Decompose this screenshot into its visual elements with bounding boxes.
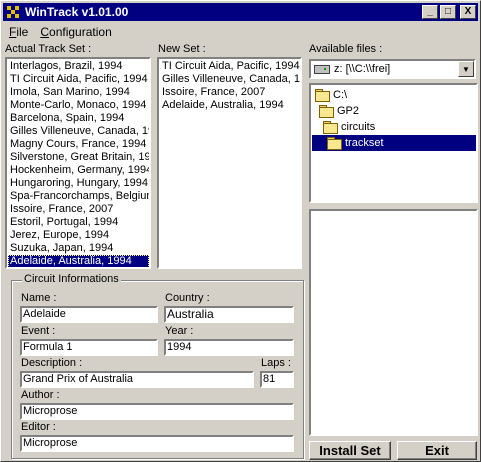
folder-open-icon xyxy=(314,89,330,102)
window-title: WinTrack v1.01.00 xyxy=(25,5,129,19)
menu-file[interactable]: File xyxy=(3,25,34,39)
list-item[interactable]: TI Circuit Aida, Pacific, 1994 xyxy=(8,73,149,86)
folder-item[interactable]: circuits xyxy=(312,119,476,135)
year-field[interactable]: 1994 xyxy=(164,339,294,356)
editor-label: Editor : xyxy=(21,421,56,433)
app-icon xyxy=(5,4,21,20)
drive-select[interactable]: z: [\\C:\\frei] ▼ xyxy=(309,59,476,79)
dropdown-arrow-icon[interactable]: ▼ xyxy=(458,61,474,77)
year-label: Year : xyxy=(165,325,194,337)
close-button[interactable]: X xyxy=(460,5,476,19)
description-label: Description : xyxy=(21,357,83,369)
actual-track-set-label: Actual Track Set : xyxy=(5,43,92,55)
editor-field[interactable]: Microprose xyxy=(20,435,294,452)
minimize-button[interactable]: _ xyxy=(422,5,438,19)
name-field[interactable]: Adelaide xyxy=(20,306,158,323)
author-label: Author : xyxy=(21,389,60,401)
list-item[interactable]: Adelaide, Australia, 1994 xyxy=(160,99,300,112)
maximize-button[interactable]: □ xyxy=(440,5,456,19)
folder-item-selected[interactable]: trackset xyxy=(312,135,476,151)
list-item[interactable]: Gilles Villeneuve, Canada, 1994 xyxy=(8,125,149,138)
list-item[interactable]: Suzuka, Japan, 1994 xyxy=(8,242,149,255)
name-label: Name : xyxy=(21,292,57,304)
folder-item[interactable]: GP2 xyxy=(312,103,476,119)
available-files-label: Available files : xyxy=(309,43,383,55)
folder-open-icon xyxy=(326,137,342,150)
main-window: WinTrack v1.01.00 _ □ X File Configurati… xyxy=(0,0,481,462)
list-item[interactable]: Issoire, France, 2007 xyxy=(160,86,300,99)
file-list[interactable] xyxy=(309,209,478,436)
new-set-list[interactable]: TI Circuit Aida, Pacific, 1994 Gilles Vil… xyxy=(157,57,302,269)
author-field[interactable]: Microprose xyxy=(20,403,294,420)
list-item[interactable]: Barcelona, Spain, 1994 xyxy=(8,112,149,125)
list-item[interactable]: Imola, San Marino, 1994 xyxy=(8,86,149,99)
event-field[interactable]: Formula 1 xyxy=(20,339,158,356)
menu-configuration[interactable]: Configuration xyxy=(34,25,117,39)
folder-tree[interactable]: C:\ GP2 circuits trackset xyxy=(309,83,478,203)
actual-track-set-list[interactable]: Interlagos, Brazil, 1994 TI Circuit Aida,… xyxy=(5,57,151,269)
list-item[interactable]: Monte-Carlo, Monaco, 1994 xyxy=(8,99,149,112)
list-item[interactable]: Gilles Villeneuve, Canada, 1994 xyxy=(160,73,300,86)
drive-icon xyxy=(314,64,330,74)
event-label: Event : xyxy=(21,325,56,337)
list-item[interactable]: Spa-Francorchamps, Belgium, 1994 xyxy=(8,190,149,203)
circuit-info-title: Circuit Informations xyxy=(22,273,121,285)
description-field[interactable]: Grand Prix of Australia xyxy=(20,371,254,388)
country-label: Country : xyxy=(165,292,210,304)
country-field[interactable]: Australia xyxy=(164,306,294,323)
list-item-selected[interactable]: Adelaide, Australia, 1994 xyxy=(8,255,149,267)
list-item[interactable]: Interlagos, Brazil, 1994 xyxy=(8,60,149,73)
exit-button[interactable]: Exit xyxy=(397,441,477,460)
folder-open-icon xyxy=(318,105,334,118)
folder-open-icon xyxy=(322,121,338,134)
list-item[interactable]: Hockenheim, Germany, 1994 xyxy=(8,164,149,177)
menu-bar: File Configuration xyxy=(3,23,118,40)
install-set-button[interactable]: Install Set xyxy=(309,441,391,460)
drive-select-value: z: [\\C:\\frei] xyxy=(334,63,391,75)
list-item[interactable]: Silverstone, Great Britain, 1994 xyxy=(8,151,149,164)
title-bar[interactable]: WinTrack v1.01.00 _ □ X xyxy=(3,3,478,21)
list-item[interactable]: Issoire, France, 2007 xyxy=(8,203,149,216)
folder-item[interactable]: C:\ xyxy=(312,87,476,103)
list-item[interactable]: Jerez, Europe, 1994 xyxy=(8,229,149,242)
list-item[interactable]: TI Circuit Aida, Pacific, 1994 xyxy=(160,60,300,73)
laps-label: Laps : xyxy=(261,357,291,369)
list-item[interactable]: Magny Cours, France, 1994 xyxy=(8,138,149,151)
new-set-label: New Set : xyxy=(158,43,206,55)
laps-field[interactable]: 81 xyxy=(260,371,294,388)
list-item[interactable]: Estoril, Portugal, 1994 xyxy=(8,216,149,229)
list-item[interactable]: Hungaroring, Hungary, 1994 xyxy=(8,177,149,190)
